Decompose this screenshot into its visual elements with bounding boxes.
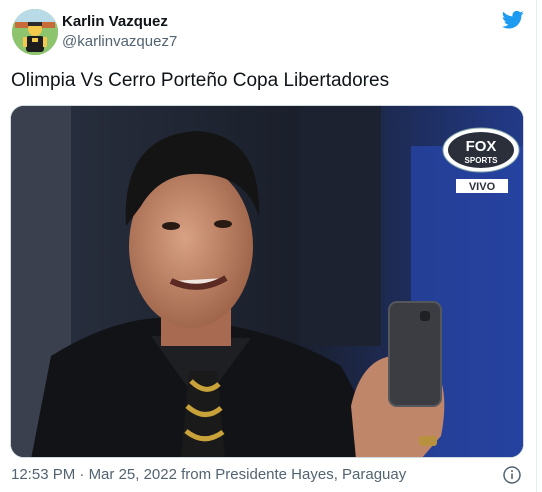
avatar[interactable] [12, 9, 58, 55]
twitter-bird-icon[interactable] [502, 10, 524, 30]
media-photo: FOX SPORTS VIVO [11, 106, 523, 457]
meta-separator: · [79, 466, 85, 483]
tweet-date[interactable]: Mar 25, 2022 [89, 466, 177, 483]
broadcaster-line1: FOX [466, 138, 497, 155]
info-icon[interactable] [503, 466, 521, 484]
tweet-card: Karlin Vazquez @karlinvazquez7 Olimpia V… [0, 0, 537, 492]
fox-sports-logo: FOX SPORTS [442, 127, 520, 173]
tweet-meta: 12:53 PM · Mar 25, 2022 from Presidente … [11, 465, 406, 485]
author-name[interactable]: Karlin Vazquez [62, 13, 168, 31]
author-handle[interactable]: @karlinvazquez7 [62, 33, 177, 51]
avatar-illustration [12, 9, 58, 55]
broadcaster-line2: SPORTS [465, 156, 499, 165]
tweet-media-image[interactable]: FOX SPORTS VIVO [10, 105, 524, 458]
from-label: from [181, 466, 212, 483]
live-badge: VIVO [456, 179, 508, 193]
live-label: VIVO [469, 181, 496, 193]
tweet-time[interactable]: 12:53 PM [11, 466, 75, 483]
tweet-location[interactable]: Presidente Hayes, Paraguay [215, 466, 406, 483]
tweet-text: Olimpia Vs Cerro Porteño Copa Libertador… [11, 70, 390, 91]
